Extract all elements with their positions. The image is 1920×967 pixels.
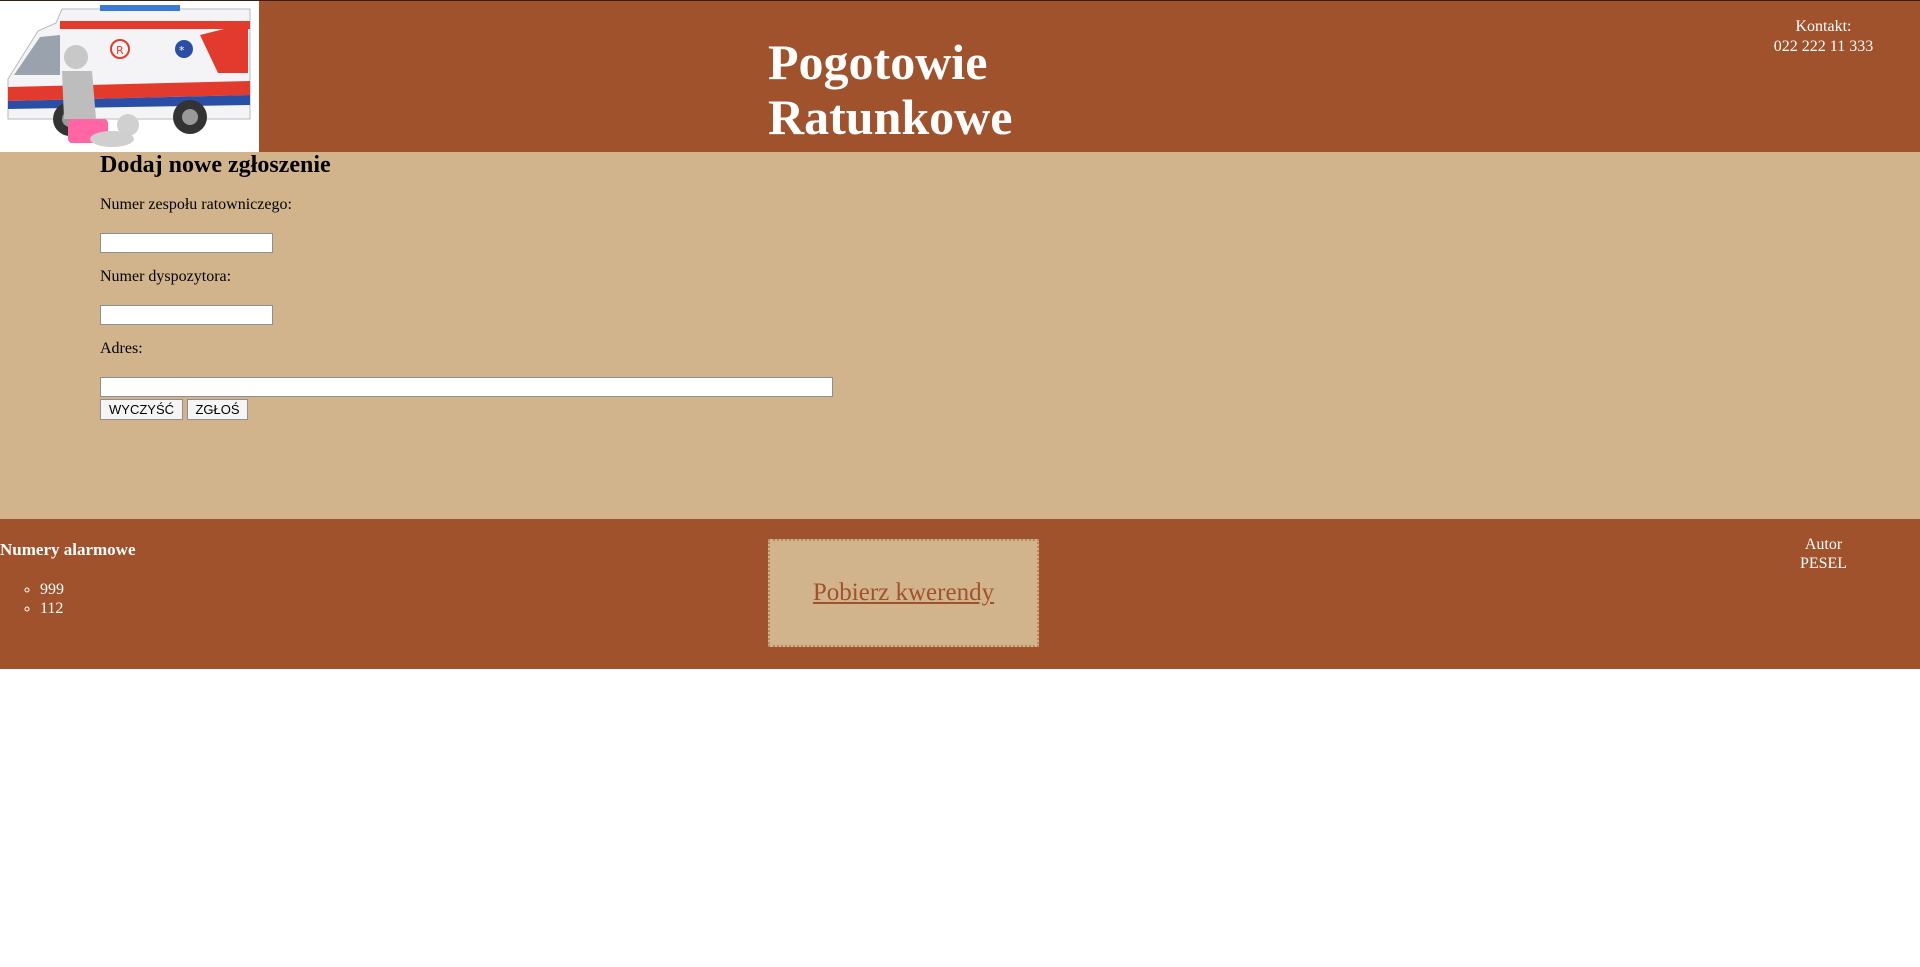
alarm-numbers-heading: Numery alarmowe [0,540,136,559]
contact-label: Kontakt: [1795,18,1852,35]
svg-text:*: * [179,44,185,57]
submit-button[interactable]: ZGŁOŚ [187,399,248,420]
author-label: Autor [1804,536,1843,553]
team-number-input[interactable] [100,233,273,253]
team-number-label: Numer zespołu ratowniczego: [100,196,292,213]
dispatcher-number-input[interactable] [100,305,273,325]
ambulance-illustration-icon: R * [0,1,259,153]
ambulance-logo-svg: R * [7,5,251,147]
address-label: Adres: [100,340,143,357]
site-title: Pogotowie Ratunkowe [768,35,1012,145]
list-item: 999 [40,580,64,599]
list-item: 112 [40,599,64,618]
site-title-line2: Ratunkowe [768,89,1013,145]
site-title-line1: Pogotowie [768,34,988,90]
header: R * Pogotowie Ratunkowe Kontakt: 022 222… [0,0,1920,153]
footer: Numery alarmowe 999 112 Pobierz kwerendy… [0,519,1920,669]
contact-phone: 022 222 11 333 [1773,38,1874,55]
main-content: Dodaj nowe zgłoszenie Numer zespołu rato… [0,152,1920,519]
address-input[interactable] [100,377,833,397]
alarm-numbers-list: 999 112 [0,580,64,618]
download-queries-link[interactable]: Pobierz kwerendy [813,579,994,607]
dispatcher-number-label: Numer dyspozytora: [100,268,232,285]
page: R * Pogotowie Ratunkowe Kontakt: 022 222… [0,0,1920,967]
report-form: Dodaj nowe zgłoszenie Numer zespołu rato… [100,152,833,420]
author-block: Autor PESEL [1720,535,1920,573]
clear-button[interactable]: WYCZYŚĆ [100,399,183,420]
svg-text:R: R [116,44,124,57]
form-heading: Dodaj nowe zgłoszenie [100,152,331,178]
author-value: PESEL [1799,555,1848,572]
contact-block: Kontakt: 022 222 11 333 [1720,17,1920,57]
download-box: Pobierz kwerendy [768,539,1039,647]
